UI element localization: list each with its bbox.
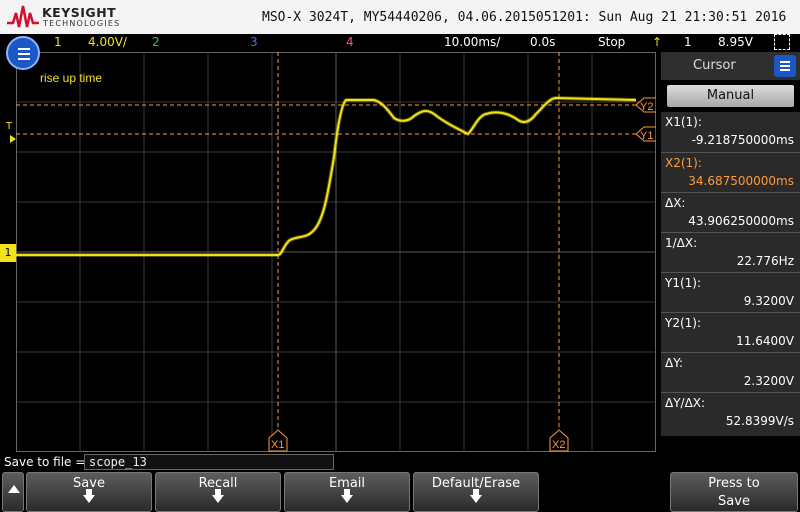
timebase-value[interactable]: 10.00ms/ <box>444 35 500 49</box>
trigger-level-marker: T <box>0 121 16 145</box>
down-arrow-icon <box>341 489 353 503</box>
brand-subtitle: TECHNOLOGIES <box>43 19 121 28</box>
svg-text:X1: X1 <box>271 439 284 451</box>
ch1-ground-marker[interactable]: 1 <box>0 244 16 262</box>
keysight-logo: KEYSIGHT TECHNOLOGIES <box>6 2 136 32</box>
softkey-default-erase[interactable]: Default/Erase <box>413 472 539 512</box>
save-file-bar: Save to file = scope_13 <box>0 452 800 472</box>
cursor-panel-header: Cursor <box>661 52 800 80</box>
run-state[interactable]: Stop <box>598 35 625 49</box>
svg-text:Y1: Y1 <box>640 130 653 142</box>
softkey-press-to-save[interactable]: Press to Save <box>670 472 798 512</box>
svg-text:Y2: Y2 <box>640 101 653 113</box>
cursor-row-inv-delta-x: 1/ΔX: 22.776Hz <box>661 232 800 272</box>
waveform-display[interactable]: rise up time X1 X2 Y2 Y1 <box>16 52 656 452</box>
cursor-row-y2: Y2(1): 11.6400V <box>661 312 800 352</box>
panel-menu-icon[interactable] <box>774 55 796 77</box>
keysight-wave-icon <box>7 5 39 28</box>
ch4-number[interactable]: 4 <box>346 35 354 49</box>
main-menu-button[interactable] <box>6 36 40 70</box>
save-filename-field[interactable]: scope_13 <box>84 454 334 470</box>
ch3-number[interactable]: 3 <box>250 35 258 49</box>
cursor-panel-title: Cursor <box>693 58 736 73</box>
cursor-mode-button[interactable]: Manual <box>667 85 794 107</box>
delay-value[interactable]: 0.0s <box>530 35 555 49</box>
ch1-number[interactable]: 1 <box>54 35 62 49</box>
softkey-save[interactable]: Save <box>26 472 152 512</box>
down-arrow-icon <box>470 489 482 503</box>
brand-name: KEYSIGHT <box>42 5 117 20</box>
title-bar: KEYSIGHT TECHNOLOGIES MSO-X 3024T, MY544… <box>0 0 800 34</box>
softkey-bar: Save Recall Email Default/Erase Press to… <box>0 472 800 512</box>
status-bar: 1 4.00V/ 2 3 4 10.00ms/ 0.0s Stop ↑ 1 8.… <box>0 34 800 52</box>
cursor-panel: Cursor Manual X1(1): -9.218750000ms X2(1… <box>661 52 800 452</box>
save-file-label: Save to file = <box>4 455 86 469</box>
down-arrow-icon <box>83 489 95 503</box>
back-up-button[interactable] <box>2 472 24 512</box>
cursor-row-delta-x: ΔX: 43.906250000ms <box>661 192 800 232</box>
annotation-text: rise up time <box>40 71 102 85</box>
cursor-row-x1: X1(1): -9.218750000ms <box>661 112 800 152</box>
cursor-row-delta-y: ΔY: 2.3200V <box>661 352 800 392</box>
softkey-recall[interactable]: Recall <box>155 472 281 512</box>
trigger-source[interactable]: 1 <box>684 35 692 49</box>
screen-capture-icon[interactable] <box>774 34 790 50</box>
cursor-row-x2: X2(1): 34.687500000ms <box>661 152 800 192</box>
down-arrow-icon <box>212 489 224 503</box>
cursor-row-slope: ΔY/ΔX: 52.8399V/s <box>661 392 800 436</box>
softkey-email[interactable]: Email <box>284 472 410 512</box>
ch2-number[interactable]: 2 <box>152 35 160 49</box>
trigger-slope-icon: ↑ <box>652 35 663 49</box>
ch1-scale[interactable]: 4.00V/ <box>88 35 127 49</box>
trigger-level[interactable]: 8.95V <box>718 35 753 49</box>
svg-text:X2: X2 <box>552 439 565 451</box>
instrument-title: MSO-X 3024T, MY54440206, 04.06.201505120… <box>262 10 787 25</box>
cursor-row-y1: Y1(1): 9.3200V <box>661 272 800 312</box>
